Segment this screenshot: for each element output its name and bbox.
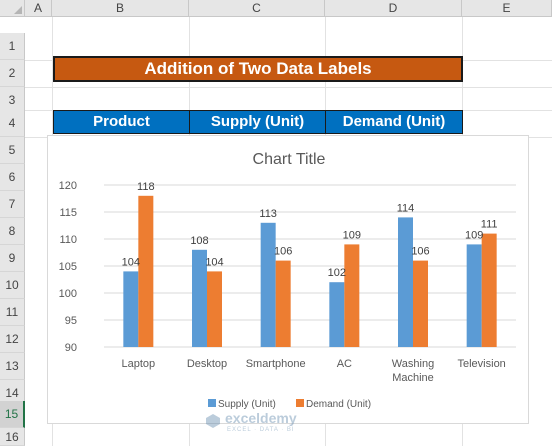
data-label: 104 [205, 256, 223, 268]
y-tick-label: 100 [59, 288, 77, 300]
data-label: 113 [259, 208, 277, 220]
column-header-e[interactable]: E [462, 0, 552, 17]
data-label: 109 [343, 229, 361, 241]
legend-label: Supply (Unit) [218, 399, 276, 410]
bar-supply[interactable] [398, 217, 413, 347]
column-header-c[interactable]: C [189, 0, 325, 17]
row-header-4[interactable]: 4 [0, 110, 25, 137]
bar-demand[interactable] [207, 271, 222, 347]
row-header-9[interactable]: 9 [0, 245, 25, 272]
row-header-5[interactable]: 5 [0, 137, 25, 164]
row-header-12[interactable]: 12 [0, 326, 25, 353]
legend-swatch [208, 399, 216, 407]
x-tick-label: Desktop [187, 358, 227, 370]
data-label: 114 [397, 202, 415, 214]
row-header-16[interactable]: 16 [0, 428, 25, 446]
data-label: 106 [411, 246, 429, 258]
legend-swatch [296, 399, 304, 407]
row-header-8[interactable]: 8 [0, 218, 25, 245]
row-header-13[interactable]: 13 [0, 353, 25, 380]
watermark-logo: exceldemy EXCEL · DATA · BI [205, 410, 355, 436]
data-label: 118 [137, 181, 155, 193]
chart-canvas: Chart Title 104 118 108 104 113 106 102 109 114 1… [59, 151, 516, 410]
select-all-icon [14, 6, 22, 14]
gridline-row [25, 87, 552, 88]
row-header-2[interactable]: 2 [0, 60, 25, 87]
y-tick-label: 95 [65, 315, 77, 327]
y-tick-label: 90 [65, 342, 77, 354]
bar-demand[interactable] [138, 195, 154, 347]
x-tick-label: Laptop [122, 358, 156, 370]
column-header-a[interactable]: A [25, 0, 52, 17]
x-tick-label: AC [337, 358, 352, 370]
header-supply[interactable]: Supply (Unit) [189, 110, 326, 134]
bar-supply[interactable] [123, 271, 139, 347]
data-label: 104 [122, 256, 140, 268]
bar-demand[interactable] [344, 244, 360, 347]
x-tick-label: Smartphone [246, 358, 306, 370]
chart-title[interactable]: Chart Title [253, 151, 326, 168]
data-label: 111 [481, 219, 498, 231]
bar-demand[interactable] [413, 260, 428, 347]
data-label: 106 [274, 246, 292, 258]
bar-supply[interactable] [329, 282, 345, 347]
row-header-10[interactable]: 10 [0, 272, 25, 299]
watermark-logo-icon [206, 414, 220, 428]
column-header-b[interactable]: B [52, 0, 189, 17]
row-header-11[interactable]: 11 [0, 299, 25, 326]
bar-supply[interactable] [466, 244, 482, 347]
column-chart[interactable]: Chart Title 104 118 108 104 113 106 102 109 114 1… [47, 135, 529, 424]
select-all-corner[interactable] [0, 0, 25, 17]
watermark-tagline: EXCEL · DATA · BI [227, 427, 295, 433]
x-tick-label: Television [458, 358, 506, 370]
data-label: 108 [190, 235, 208, 247]
y-tick-label: 115 [59, 207, 77, 219]
data-label: 109 [465, 229, 483, 241]
row-header-7[interactable]: 7 [0, 191, 25, 218]
bar-supply[interactable] [260, 222, 276, 347]
y-tick-label: 110 [59, 234, 77, 246]
y-tick-label: 105 [59, 261, 77, 273]
y-tick-label: 120 [59, 180, 77, 192]
bar-demand[interactable] [481, 233, 497, 347]
row-header-1[interactable]: 1 [0, 33, 25, 60]
legend-label: Demand (Unit) [306, 399, 371, 410]
watermark-name: exceldemy [225, 410, 297, 426]
row-header-6[interactable]: 6 [0, 164, 25, 191]
header-product[interactable]: Product [53, 110, 190, 134]
x-tick-label: Washing [392, 358, 434, 370]
bar-demand[interactable] [275, 260, 291, 347]
header-demand[interactable]: Demand (Unit) [325, 110, 463, 134]
sheet-title-cell[interactable]: Addition of Two Data Labels [53, 56, 463, 82]
column-header-d[interactable]: D [325, 0, 462, 17]
data-label: 102 [328, 267, 346, 279]
x-tick-label: Machine [392, 372, 434, 384]
row-header-15[interactable]: 15 [0, 401, 25, 428]
